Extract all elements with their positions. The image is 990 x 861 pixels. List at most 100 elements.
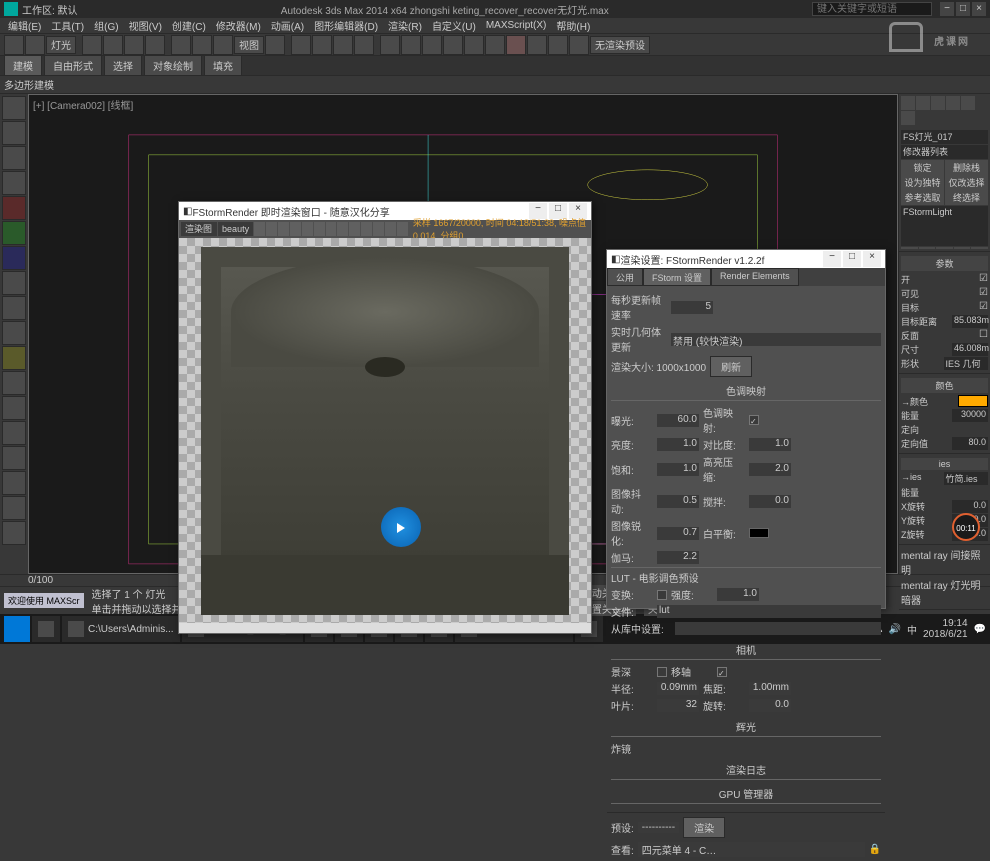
material-editor-button[interactable] xyxy=(506,35,526,55)
spinner[interactable]: 0.0 xyxy=(952,500,988,513)
spinner[interactable]: 1.0 xyxy=(717,588,759,601)
spinner[interactable]: 0.0 xyxy=(749,495,791,508)
layer-button[interactable] xyxy=(443,35,463,55)
menu-view[interactable]: 视图(V) xyxy=(125,18,166,33)
render-settings-dialog[interactable]: ◧ 渲染设置: FStormRender v1.2.2f − □ × 公用 FS… xyxy=(606,249,886,609)
render-setup-button[interactable] xyxy=(527,35,547,55)
menu-tools[interactable]: 工具(T) xyxy=(47,18,88,33)
move-button[interactable] xyxy=(171,35,191,55)
spinner[interactable]: 80.0 xyxy=(952,437,988,450)
spinner[interactable]: 32 xyxy=(657,699,699,712)
render-frame-button[interactable] xyxy=(548,35,568,55)
lut-lib-select[interactable] xyxy=(675,622,881,635)
select[interactable]: 禁用 (较快渲染) xyxy=(671,333,881,346)
tool-icon[interactable] xyxy=(2,171,26,195)
menu-create[interactable]: 创建(C) xyxy=(168,18,210,33)
tool-icon[interactable] xyxy=(2,121,26,145)
tool-icon[interactable] xyxy=(2,321,26,345)
display-tab-icon[interactable] xyxy=(961,96,975,110)
tool-icon[interactable] xyxy=(2,421,26,445)
align-button[interactable] xyxy=(422,35,442,55)
toolbar-icon[interactable] xyxy=(397,222,408,236)
toolbar-icon[interactable] xyxy=(326,222,337,236)
object-name-field[interactable]: FS灯光_017 xyxy=(901,130,988,144)
ribbon-tab-selection[interactable]: 选择 xyxy=(104,55,142,76)
spinner[interactable]: 85.083m xyxy=(952,315,988,328)
toolbar-icon[interactable] xyxy=(337,222,348,236)
render-button[interactable] xyxy=(569,35,589,55)
spinner[interactable]: 60.0 xyxy=(657,414,699,427)
render-viewport[interactable] xyxy=(179,238,591,623)
toolbar-icon[interactable] xyxy=(254,222,265,236)
spinner[interactable]: 1.0 xyxy=(749,438,791,451)
percent-snap-button[interactable] xyxy=(333,35,353,55)
spinner-snap-button[interactable] xyxy=(354,35,374,55)
maximize-button[interactable]: □ xyxy=(843,251,861,267)
spinner[interactable]: 5 xyxy=(671,301,713,314)
tool-icon[interactable] xyxy=(2,496,26,520)
color-swatch[interactable] xyxy=(958,395,988,407)
menu-maxscript[interactable]: MAXScript(X) xyxy=(482,20,551,31)
select-region-button[interactable] xyxy=(124,35,144,55)
spinner[interactable]: 46.008m xyxy=(952,343,988,356)
spinner[interactable]: 2.0 xyxy=(749,463,791,476)
checkbox[interactable]: ☑ xyxy=(979,287,988,300)
modifier-list-dropdown[interactable]: 修改器列表 xyxy=(901,145,988,159)
toolbar-icon[interactable] xyxy=(373,222,384,236)
tab-render-elements[interactable]: Render Elements xyxy=(711,268,799,286)
tool-icon[interactable] xyxy=(2,221,26,245)
refresh-button[interactable]: 刷新 xyxy=(710,356,752,377)
minimize-button[interactable]: − xyxy=(823,251,841,267)
help-search-input[interactable] xyxy=(812,2,932,16)
taskbar-item[interactable]: C:\Users\Adminis... xyxy=(62,616,180,642)
window-crossing-button[interactable] xyxy=(145,35,165,55)
maxscript-mini-listener[interactable]: 欢迎使用 MAXScr xyxy=(4,593,84,608)
configure-icon[interactable] xyxy=(971,247,988,249)
lock-icon[interactable]: 🔒 xyxy=(869,844,881,855)
show-result-icon[interactable] xyxy=(919,247,936,249)
hierarchy-tab-icon[interactable] xyxy=(931,96,945,110)
view-select[interactable]: 四元菜单 4 - C… xyxy=(638,842,865,857)
spinner[interactable]: 0.09mm xyxy=(657,682,699,695)
minimize-button[interactable]: − xyxy=(940,2,954,16)
tool-icon[interactable] xyxy=(2,371,26,395)
tool-icon[interactable] xyxy=(2,146,26,170)
taskbar-item[interactable] xyxy=(32,616,60,642)
tool-icon[interactable] xyxy=(2,271,26,295)
rollup-color[interactable]: 颜色 xyxy=(901,378,988,393)
menu-help[interactable]: 帮助(H) xyxy=(552,18,594,33)
checkbox[interactable] xyxy=(657,590,667,600)
select-by-name-button[interactable] xyxy=(103,35,123,55)
close-button[interactable]: × xyxy=(972,2,986,16)
render-preset-dropdown[interactable]: 无渲染预设 xyxy=(590,36,650,54)
toolbar-icon[interactable] xyxy=(302,222,313,236)
start-button[interactable] xyxy=(4,616,30,642)
menu-customize[interactable]: 自定义(U) xyxy=(428,18,480,33)
toolbar-icon[interactable] xyxy=(349,222,360,236)
spinner[interactable]: 1.0 xyxy=(657,438,699,451)
menu-animation[interactable]: 动画(A) xyxy=(267,18,308,33)
stack-btn[interactable]: 删除栈 xyxy=(945,160,988,175)
spinner[interactable]: 0.0 xyxy=(749,699,791,712)
ribbon-tab-freeform[interactable]: 自由形式 xyxy=(44,55,102,76)
spinner[interactable]: 1.00mm xyxy=(749,682,791,695)
modifier-stack[interactable]: FStormLight xyxy=(901,206,988,246)
create-tab-icon[interactable] xyxy=(901,96,915,110)
ref-coord-dropdown[interactable]: 视图 xyxy=(234,36,264,54)
menu-group[interactable]: 组(G) xyxy=(90,18,122,33)
redo-button[interactable] xyxy=(25,35,45,55)
spinner[interactable]: 2.2 xyxy=(657,551,699,564)
tab-common[interactable]: 公用 xyxy=(607,268,643,286)
pivot-button[interactable] xyxy=(265,35,285,55)
menu-edit[interactable]: 编辑(E) xyxy=(4,18,45,33)
maximize-button[interactable]: □ xyxy=(956,2,970,16)
tool-icon[interactable] xyxy=(2,396,26,420)
ies-file-button[interactable]: 竹简.ies xyxy=(944,472,989,485)
stack-btn[interactable]: 参考选取 xyxy=(901,190,944,205)
horizontal-scrollbar[interactable] xyxy=(179,623,591,633)
workspace-dropdown[interactable]: 工作区: 默认 xyxy=(22,2,78,17)
checkbox[interactable] xyxy=(749,415,759,425)
pin-stack-icon[interactable] xyxy=(901,247,918,249)
curve-editor-button[interactable] xyxy=(464,35,484,55)
motion-tab-icon[interactable] xyxy=(946,96,960,110)
